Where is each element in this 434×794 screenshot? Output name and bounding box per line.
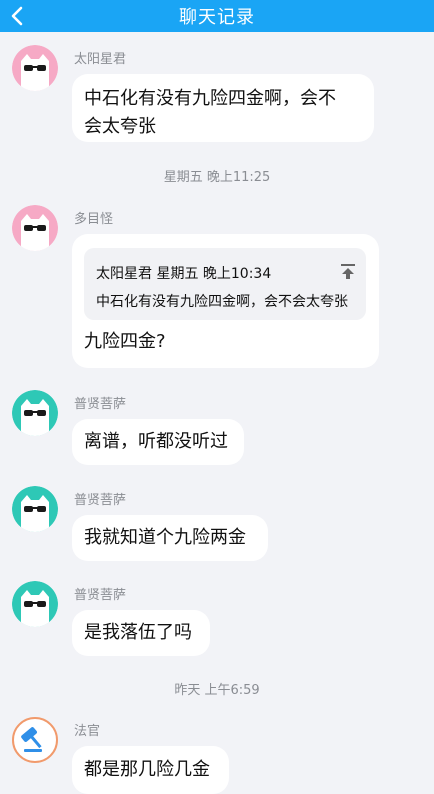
message-bubble[interactable]: 是我落伍了吗 xyxy=(72,610,210,656)
pink-cat-sunglasses-avatar xyxy=(12,205,58,251)
message-bubble[interactable]: 中石化有没有九险四金啊，会不 会太夸张 xyxy=(72,74,374,142)
teal-cat-sunglasses-avatar xyxy=(12,486,58,532)
message-text-line: 会太夸张 xyxy=(84,116,156,137)
page-title: 聊天记录 xyxy=(179,7,255,28)
message-text-line: 是我落伍了吗 xyxy=(84,622,192,643)
timestamp: 昨天 上午6:59 xyxy=(174,683,260,698)
sender-name: 太阳星君 xyxy=(74,52,127,67)
sender-name: 法官 xyxy=(74,724,101,739)
avatar[interactable] xyxy=(12,717,58,763)
avatar[interactable] xyxy=(12,486,58,532)
message-text-line: 我就知道个九险两金 xyxy=(84,527,246,548)
avatar[interactable] xyxy=(12,390,58,436)
top-bar: 聊天记录 xyxy=(0,0,434,32)
message-text-line: 离谱，听都没听过 xyxy=(84,431,228,452)
back-button[interactable] xyxy=(10,0,50,32)
quote-header: 太阳星君 星期五 晚上10:34 xyxy=(96,266,272,282)
teal-cat-sunglasses-avatar xyxy=(12,581,58,627)
message-text-line: 中石化有没有九险四金啊，会不 xyxy=(84,88,336,109)
message-text-line: 九险四金? xyxy=(84,331,166,352)
timestamp: 星期五 晚上11:25 xyxy=(163,170,271,185)
chevron-left-icon[interactable] xyxy=(10,6,24,26)
sender-name: 多目怪 xyxy=(74,212,114,227)
message-bubble[interactable]: 太阳星君 星期五 晚上10:34 中石化有没有九险四金啊，会不会太夸张 九险四金… xyxy=(72,234,379,368)
sender-name: 普贤菩萨 xyxy=(74,397,127,412)
pink-cat-sunglasses-avatar xyxy=(12,45,58,91)
avatar[interactable] xyxy=(12,205,58,251)
quoted-message[interactable]: 太阳星君 星期五 晚上10:34 中石化有没有九险四金啊，会不会太夸张 xyxy=(84,248,366,320)
message-bubble[interactable]: 我就知道个九险两金 xyxy=(72,515,268,561)
quote-text: 中石化有没有九险四金啊，会不会太夸张 xyxy=(96,294,348,310)
gavel-icon xyxy=(21,727,42,752)
jump-to-top-icon[interactable] xyxy=(340,260,356,288)
sender-name: 普贤菩萨 xyxy=(74,493,127,508)
sender-name: 普贤菩萨 xyxy=(74,588,127,603)
avatar[interactable] xyxy=(12,581,58,627)
message-bubble[interactable]: 都是那几险几金 xyxy=(72,746,229,794)
teal-cat-sunglasses-avatar xyxy=(12,390,58,436)
message-text-line: 都是那几险几金 xyxy=(84,759,210,780)
avatar[interactable] xyxy=(12,45,58,91)
message-bubble[interactable]: 离谱，听都没听过 xyxy=(72,419,244,465)
